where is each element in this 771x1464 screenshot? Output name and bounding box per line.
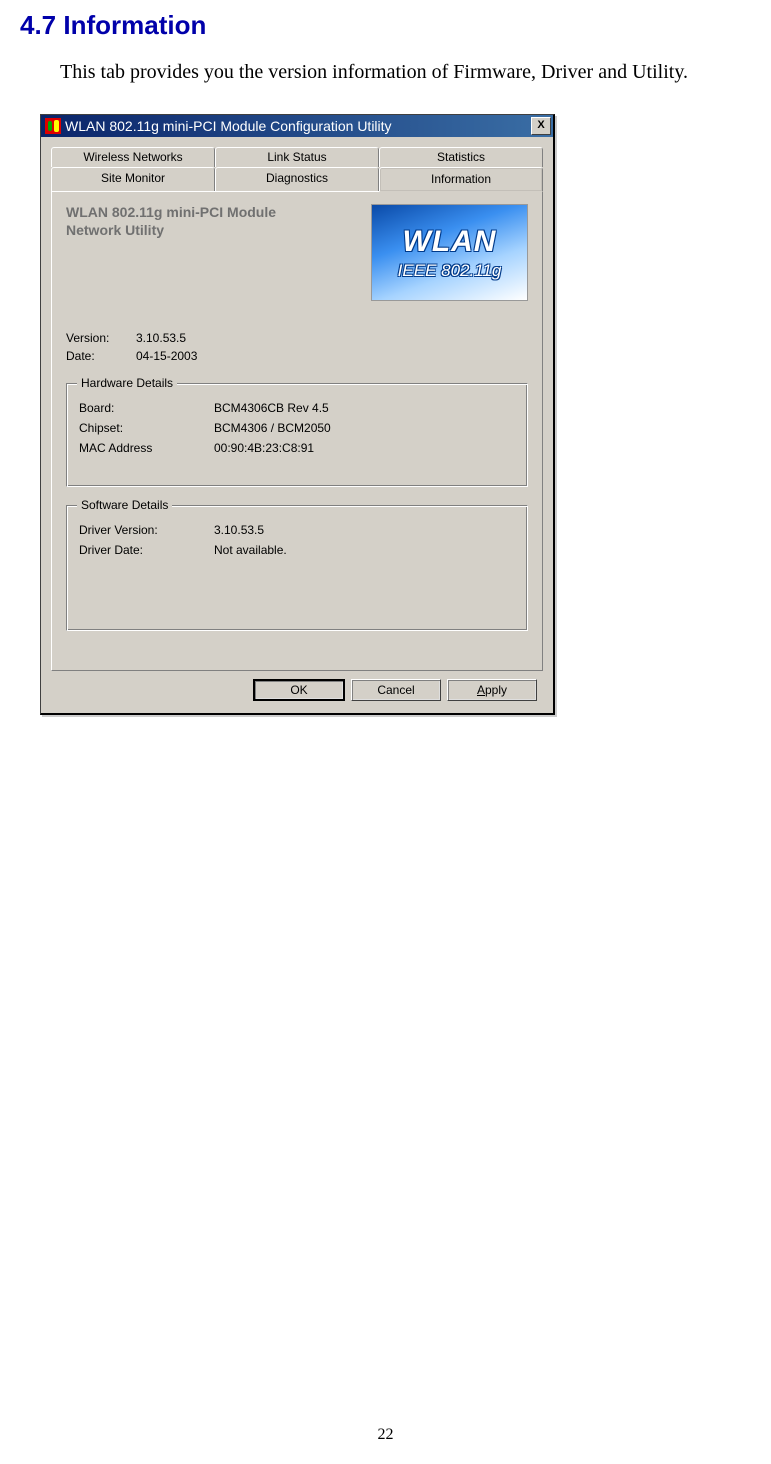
wlan-logo: WLAN IEEE 802.11g <box>371 204 528 301</box>
logo-text-ieee: IEEE 802.11g <box>398 261 502 281</box>
chipset-value: BCM4306 / BCM2050 <box>214 421 331 435</box>
hardware-details-title: Hardware Details <box>77 376 177 390</box>
date-label: Date: <box>66 349 136 363</box>
titlebar[interactable]: WLAN 802.11g mini-PCI Module Configurati… <box>41 115 553 137</box>
board-label: Board: <box>79 401 214 415</box>
version-value: 3.10.53.5 <box>136 331 186 345</box>
driver-date-value: Not available. <box>214 543 287 557</box>
tab-row-back: Wireless Networks Link Status Statistics <box>51 147 543 167</box>
apply-button[interactable]: Apply <box>447 679 537 701</box>
section-paragraph: This tab provides you the version inform… <box>60 61 751 84</box>
software-details-title: Software Details <box>77 498 172 512</box>
config-dialog: WLAN 802.11g mini-PCI Module Configurati… <box>40 114 555 715</box>
tab-statistics[interactable]: Statistics <box>379 147 543 167</box>
tabs: Wireless Networks Link Status Statistics… <box>51 147 543 191</box>
page-number: 22 <box>0 1426 771 1444</box>
tab-link-status[interactable]: Link Status <box>215 147 379 167</box>
board-value: BCM4306CB Rev 4.5 <box>214 401 329 415</box>
chipset-label: Chipset: <box>79 421 214 435</box>
apply-rest: pply <box>485 683 507 697</box>
tab-wireless-networks[interactable]: Wireless Networks <box>51 147 215 167</box>
tab-panel-information: WLAN 802.11g mini-PCI Module Network Uti… <box>51 191 543 671</box>
close-button[interactable]: X <box>531 117 551 135</box>
date-value: 04-15-2003 <box>136 349 197 363</box>
dialog-body: Wireless Networks Link Status Statistics… <box>41 137 553 713</box>
driver-date-label: Driver Date: <box>79 543 214 557</box>
tab-row-front: Site Monitor Diagnostics Information <box>51 167 543 191</box>
tab-diagnostics[interactable]: Diagnostics <box>215 167 379 191</box>
app-icon <box>45 118 61 134</box>
version-label: Version: <box>66 331 136 345</box>
mac-label: MAC Address <box>79 441 214 455</box>
ok-button[interactable]: OK <box>253 679 345 701</box>
dialog-button-row: OK Cancel Apply <box>51 671 543 705</box>
software-details-group: Software Details Driver Version: 3.10.53… <box>66 505 528 631</box>
product-name: WLAN 802.11g mini-PCI Module Network Uti… <box>66 204 361 239</box>
driver-version-value: 3.10.53.5 <box>214 523 264 537</box>
tab-site-monitor[interactable]: Site Monitor <box>51 167 215 191</box>
section-heading: 4.7 Information <box>20 10 751 41</box>
product-name-line2: Network Utility <box>66 222 164 238</box>
mac-value: 00:90:4B:23:C8:91 <box>214 441 314 455</box>
hardware-details-group: Hardware Details Board: BCM4306CB Rev 4.… <box>66 383 528 487</box>
cancel-button[interactable]: Cancel <box>351 679 441 701</box>
tab-information[interactable]: Information <box>379 167 543 192</box>
product-name-line1: WLAN 802.11g mini-PCI Module <box>66 204 276 220</box>
logo-text-wlan: WLAN <box>403 225 497 259</box>
titlebar-text: WLAN 802.11g mini-PCI Module Configurati… <box>65 118 531 134</box>
driver-version-label: Driver Version: <box>79 523 214 537</box>
apply-accel: A <box>477 683 485 697</box>
